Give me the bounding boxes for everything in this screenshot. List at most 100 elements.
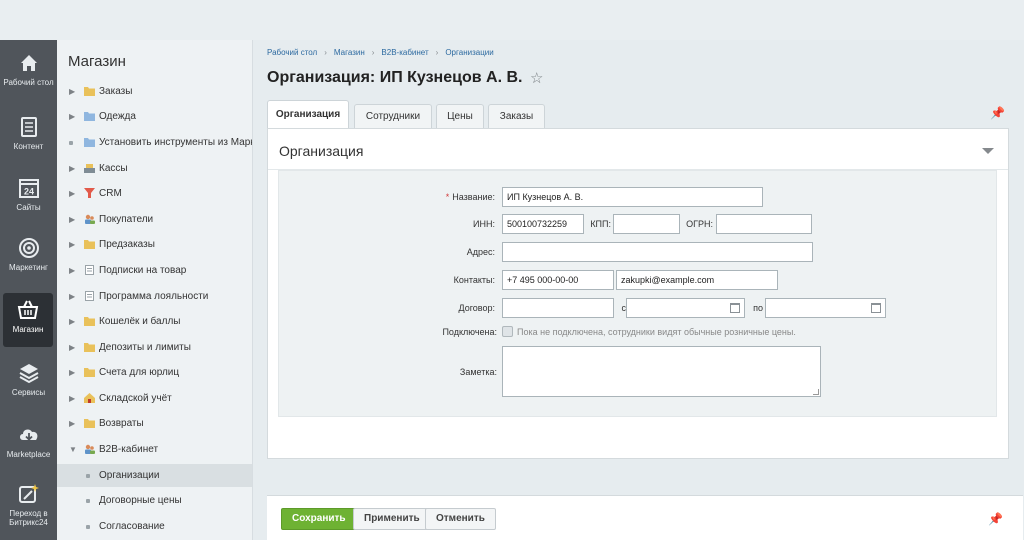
collapse-arrow-icon[interactable]: ▼ [69,438,77,461]
submenu-item-approval[interactable]: Согласование [57,515,252,538]
rail-item-shop[interactable]: Магазин [3,293,53,347]
expand-arrow-icon[interactable]: ▶ [69,80,75,103]
main-nav-rail: Рабочий стол Контент 24 Сайты Маркетинг … [0,40,57,540]
expand-arrow-icon[interactable]: ▶ [69,208,75,231]
inn-label: ИНН: [473,219,495,229]
expand-arrow-icon[interactable]: ▶ [69,412,75,435]
breadcrumb-link-organizations[interactable]: Организации [445,48,493,57]
name-field[interactable]: ИП Кузнецов А. В. [502,187,763,207]
menu-item-marketplace-install[interactable]: Установить инструменты из Маркетплейс [57,131,252,154]
menu-item-crm[interactable]: ▶ CRM [57,182,252,205]
required-asterisk-icon: * [445,192,450,202]
menu-item-label: Подписки на товар [99,265,187,276]
breadcrumb-link-b2b[interactable]: B2B-кабинет [381,48,428,57]
expand-arrow-icon[interactable]: ▶ [69,336,75,359]
submenu-item-contract-prices[interactable]: Договорные цены [57,489,252,512]
connected-checkbox[interactable] [502,326,513,337]
menu-item-wallet[interactable]: ▶ Кошелёк и баллы [57,310,252,333]
bullet-icon [86,499,90,503]
home-icon [20,55,37,71]
submenu-item-label: Организации [99,470,160,481]
menu-item-customers[interactable]: ▶ Покупатели [57,208,252,231]
tab-prices[interactable]: Цены [436,104,484,128]
expand-arrow-icon[interactable]: ▶ [69,105,75,128]
menu-item-deposits[interactable]: ▶ Депозиты и лимиты [57,336,252,359]
menu-item-cash[interactable]: ▶ Кассы [57,157,252,180]
expand-arrow-icon[interactable]: ▶ [69,157,75,180]
folder-icon [84,87,95,96]
menu-item-label: Покупатели [99,214,154,225]
address-field[interactable] [502,242,813,262]
favorite-star-icon[interactable]: ☆ [530,69,543,87]
tab-orders[interactable]: Заказы [488,104,545,128]
kpp-field[interactable] [613,214,680,234]
apply-button[interactable]: Применить [353,508,431,530]
folder-icon [84,368,95,377]
connected-hint: Пока не подключена, сотрудники видят обы… [517,327,796,337]
phone-field[interactable]: +7 495 000-00-00 [502,270,614,290]
menu-item-clothing[interactable]: ▶ Одежда [57,105,252,128]
menu-item-orders[interactable]: ▶ Заказы [57,80,252,103]
tab-organization[interactable]: Организация [267,100,349,128]
expand-arrow-icon[interactable]: ▶ [69,285,75,308]
collapse-chevron-icon[interactable] [982,148,994,154]
inn-field[interactable]: 500100732259 [502,214,584,234]
breadcrumb-link-shop[interactable]: Магазин [334,48,365,57]
rail-label: Сервисы [11,388,46,397]
expand-arrow-icon[interactable]: ▶ [69,310,75,333]
menu-item-b2b[interactable]: ▼ B2B-кабинет [57,438,252,461]
submenu-item-organizations[interactable]: Организации [57,464,252,487]
menu-item-invoices[interactable]: ▶ Счета для юрлиц [57,361,252,384]
menu-item-returns[interactable]: ▶ Возвраты [57,412,252,435]
breadcrumb-separator-icon: › [371,48,375,57]
date-to-field[interactable] [765,298,886,318]
rail-item-marketplace[interactable]: Marketplace [0,424,57,459]
basket-icon [17,300,39,319]
rail-item-services[interactable]: Сервисы [0,362,57,397]
menu-item-warehouse[interactable]: ▶ Складской учёт [57,387,252,410]
contract-field[interactable] [502,298,614,318]
menu-item-subscriptions[interactable]: ▶ Подписки на товар [57,259,252,282]
rail-item-desktop[interactable]: Рабочий стол [0,52,57,87]
cancel-button[interactable]: Отменить [425,508,496,530]
menu-item-label: Предзаказы [99,239,155,250]
kpp-label: КПП: [590,219,611,229]
rail-item-bitrix24[interactable]: Переход в Битрикс24 [0,483,57,527]
menu-item-label: B2B-кабинет [99,444,159,455]
breadcrumb-separator-icon: › [324,48,327,57]
contract-label: Договор: [458,303,495,313]
date-from-field[interactable] [626,298,745,318]
rail-item-content[interactable]: Контент [0,116,57,151]
submenu-item-label: Согласование [99,521,165,532]
organization-form: * Название: ИП Кузнецов А. В. ИНН: 500100… [278,170,997,417]
menu-item-label: Установить инструменты из Маркетплейс [99,137,252,148]
menu-item-loyalty[interactable]: ▶ Программа лояльности [57,285,252,308]
name-label-text: Название: [452,192,495,202]
rail-label: Переход в Битрикс24 [9,509,48,527]
menu-item-label: Счета для юрлиц [99,367,180,378]
pin-icon[interactable]: 📌 [988,512,1003,526]
expand-arrow-icon[interactable]: ▶ [69,259,75,282]
expand-arrow-icon[interactable]: ▶ [69,182,75,205]
calendar-icon[interactable] [730,303,740,313]
document-icon [20,117,37,137]
save-button[interactable]: Сохранить [281,508,357,530]
calendar-icon[interactable] [871,303,881,313]
breadcrumb-link-desktop[interactable]: Рабочий стол [267,48,317,57]
menu-item-label: Возвраты [99,418,144,429]
expand-arrow-icon[interactable]: ▶ [69,233,75,256]
expand-arrow-icon[interactable]: ▶ [69,387,75,410]
menu-item-preorders[interactable]: ▶ Предзаказы [57,233,252,256]
rail-item-marketing[interactable]: Маркетинг [0,237,57,272]
resize-handle-icon[interactable] [813,389,819,395]
warehouse-icon [84,393,95,403]
tab-employees[interactable]: Сотрудники [354,104,432,128]
note-textarea[interactable] [502,346,821,397]
email-field[interactable]: zakupki@example.com [616,270,778,290]
ogrn-field[interactable] [716,214,812,234]
menu-item-label: Кассы [99,163,128,174]
expand-arrow-icon[interactable]: ▶ [69,361,75,384]
pin-icon[interactable]: 📌 [990,106,1005,120]
rail-item-sites[interactable]: 24 Сайты [0,177,57,212]
cash-icon [84,164,95,173]
